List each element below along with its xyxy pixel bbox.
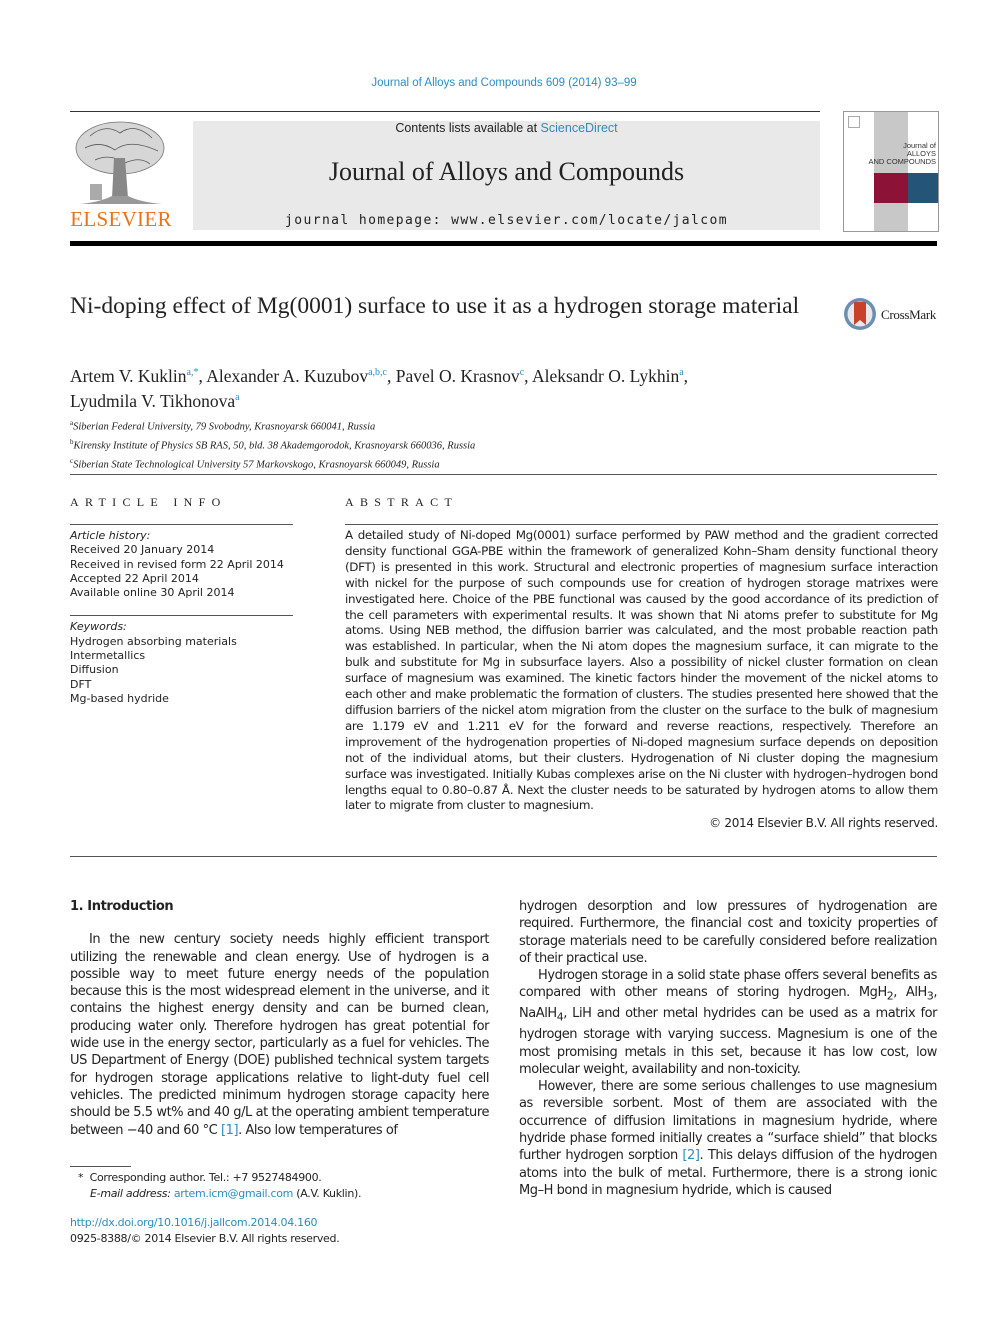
author-affil-marker[interactable]: a,* (187, 367, 199, 378)
paragraph: Hydrogen storage in a solid state phase … (519, 968, 938, 1077)
history-item: Available online 30 April 2014 (70, 586, 235, 600)
history-label: Article history: (70, 529, 151, 542)
elsevier-logo[interactable]: ELSEVIER (70, 118, 172, 232)
crossmark-button[interactable]: CrossMark (843, 296, 943, 332)
author-name[interactable]: Lyudmila V. Tikhonova (70, 391, 235, 411)
divider (70, 524, 293, 525)
sciencedirect-link[interactable]: ScienceDirect (541, 121, 618, 135)
elsevier-tree-icon (75, 121, 165, 204)
author-affil-marker[interactable]: a (679, 367, 683, 378)
cover-title: Journal of ALLOYS AND COMPOUNDS (868, 141, 936, 166)
history-item: Received 20 January 2014 (70, 543, 215, 557)
abstract: ABSTRACT A detailed study of Ni-doped Mg… (345, 495, 938, 830)
citation-link[interactable]: [2] (682, 1148, 700, 1163)
journal-masthead: Contents lists available at ScienceDirec… (193, 121, 820, 230)
doi-block: http://dx.doi.org/10.1016/j.jallcom.2014… (70, 1215, 490, 1247)
author-affil-marker[interactable]: c (520, 367, 524, 378)
journal-homepage[interactable]: journal homepage: www.elsevier.com/locat… (193, 213, 820, 228)
keywords-label: Keywords: (70, 620, 127, 634)
affiliations: aSiberian Federal University, 79 Svobodn… (70, 416, 770, 474)
author-name[interactable]: Alexander A. Kuzubov (206, 366, 368, 386)
contents-line: Contents lists available at ScienceDirec… (395, 121, 618, 135)
paragraph: However, there are some serious challeng… (519, 1079, 938, 1198)
footnote-rule (70, 1166, 131, 1167)
article-info-heading: ARTICLE INFO (70, 495, 227, 509)
keyword[interactable]: Mg-based hydride (70, 692, 293, 706)
abstract-heading: ABSTRACT (345, 495, 459, 509)
paragraph: hydrogen desorption and low pressures of… (519, 899, 937, 966)
keyword[interactable]: Diffusion (70, 663, 293, 677)
keyword[interactable]: Intermetallics (70, 649, 293, 663)
keyword[interactable]: Hydrogen absorbing materials (70, 635, 293, 649)
body-right-column: hydrogen desorption and low pressures of… (519, 898, 937, 1199)
history-item: Accepted 22 April 2014 (70, 571, 199, 585)
body-left-column: 1. Introduction In the new century socie… (70, 898, 489, 1139)
header-rule (70, 111, 820, 112)
divider (345, 524, 938, 525)
affiliation: cSiberian State Technological University… (70, 457, 440, 471)
header-thick-rule (70, 241, 937, 246)
divider (70, 615, 293, 617)
journal-citation-link[interactable]: Journal of Alloys and Compounds 609 (201… (0, 77, 992, 89)
author-name[interactable]: Aleksandr O. Lykhin (532, 366, 679, 386)
abstract-copyright: © 2014 Elsevier B.V. All rights reserved… (709, 816, 938, 831)
citation-link[interactable]: [1] (221, 1123, 239, 1138)
crossmark-icon (844, 298, 876, 330)
author-affil-marker[interactable]: a,b,c (368, 367, 387, 378)
cover-logo-icon (848, 116, 860, 128)
paragraph: In the new century society needs highly … (70, 932, 489, 1138)
elsevier-wordmark: ELSEVIER (70, 207, 172, 231)
author-list: Artem V. Kuklina,*, Alexander A. Kuzubov… (70, 365, 689, 411)
section-divider (70, 474, 937, 475)
journal-cover-thumbnail[interactable]: Journal of ALLOYS AND COMPOUNDS (843, 111, 939, 232)
affiliation: aSiberian Federal University, 79 Svobodn… (70, 419, 376, 433)
keyword[interactable]: DFT (70, 678, 293, 692)
footnote-corresponding: * Corresponding author. Tel.: +7 9527484… (78, 1171, 362, 1200)
author-affil-marker[interactable]: a (235, 392, 239, 403)
doi-link[interactable]: http://dx.doi.org/10.1016/j.jallcom.2014… (70, 1216, 318, 1229)
affiliation: bKirensky Institute of Physics SB RAS, 5… (70, 438, 476, 452)
email-link[interactable]: artem.icm@gmail.com (174, 1187, 294, 1200)
section-divider (70, 856, 937, 857)
author-name[interactable]: Pavel O. Krasnov (396, 366, 520, 386)
author-name[interactable]: Artem V. Kuklin (70, 366, 187, 386)
issn-line: 0925-8388/© 2014 Elsevier B.V. All right… (70, 1232, 340, 1245)
journal-title: Journal of Alloys and Compounds (328, 157, 685, 186)
history-item: Received in revised form 22 April 2014 (70, 557, 284, 571)
article-info: ARTICLE INFO Article history: Received 2… (70, 495, 293, 706)
abstract-text: A detailed study of Ni-doped Mg(0001) su… (345, 528, 938, 813)
section-heading: 1. Introduction (70, 899, 174, 914)
article-title: Ni-doping effect of Mg(0001) surface to … (70, 293, 800, 319)
